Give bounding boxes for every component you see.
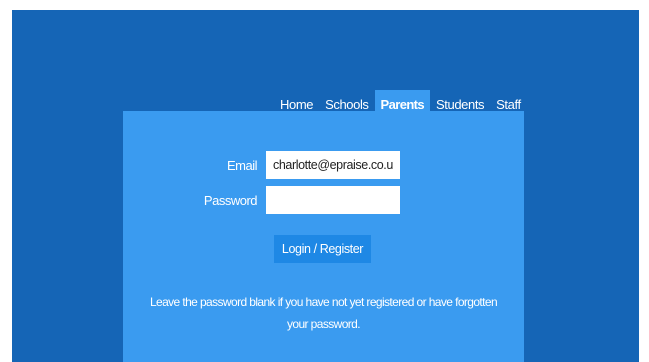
password-label: Password xyxy=(203,192,258,208)
email-row: Email xyxy=(123,151,400,179)
email-label: Email xyxy=(226,157,258,173)
password-row: Password xyxy=(123,186,400,214)
password-field[interactable] xyxy=(266,186,400,214)
login-panel: Email Password Login / Register Leave th… xyxy=(123,111,524,362)
page-background: Home Schools Parents Students Staff Emai… xyxy=(12,10,639,362)
login-register-button[interactable]: Login / Register xyxy=(274,235,371,263)
help-text: Leave the password blank if you have not… xyxy=(149,295,498,331)
email-field[interactable] xyxy=(266,151,400,179)
